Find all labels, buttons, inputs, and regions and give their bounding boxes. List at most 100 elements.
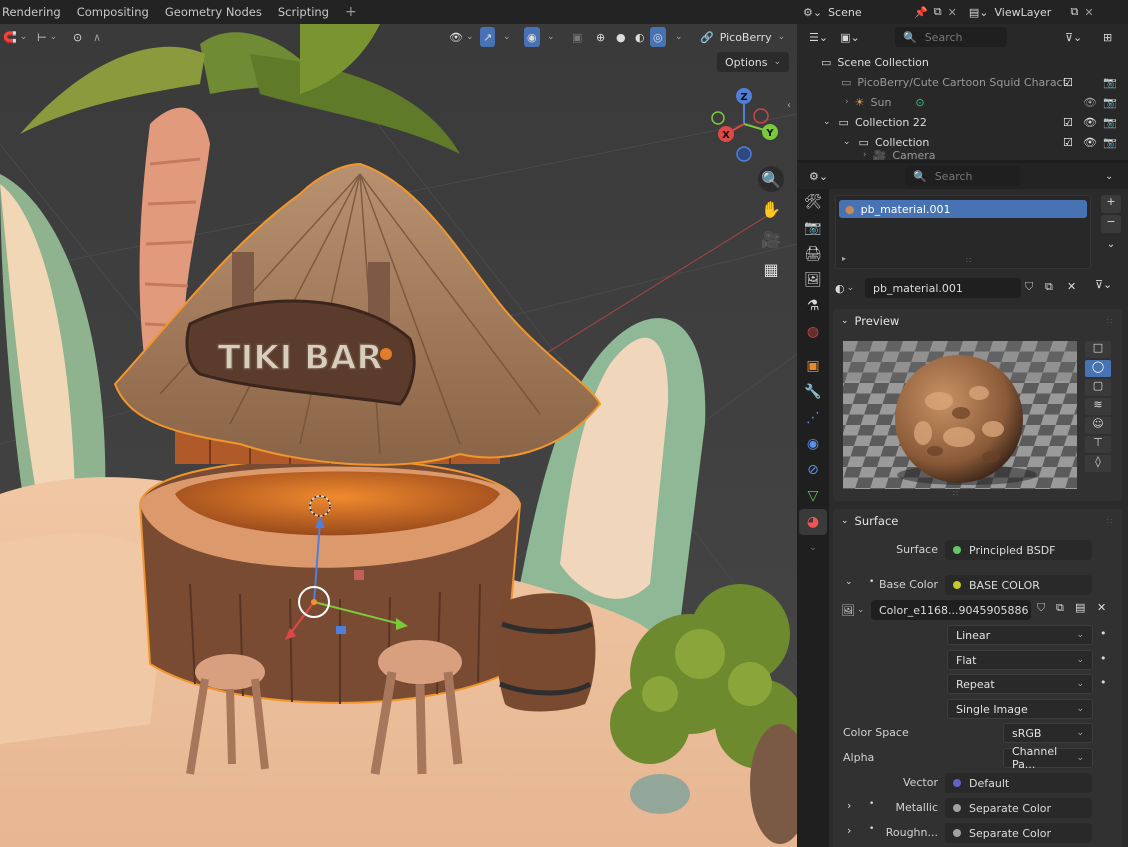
resize-handle[interactable]: ∷ [966, 256, 971, 265]
keyframe-dot-icon[interactable]: • [1100, 676, 1107, 689]
proportional-editing-toggle[interactable]: ⊙ [70, 27, 85, 47]
editor-type-icon[interactable]: ⚙⌄ [809, 170, 828, 183]
keyframe-dot-icon[interactable]: • [1100, 652, 1107, 665]
xray-toggle[interactable]: ▣ [569, 27, 585, 47]
outliner-row-collection[interactable]: ⌄ ▭ Collection ☑ 👁 📷 [797, 132, 1128, 152]
gizmo-menu[interactable]: ⌄ [500, 27, 514, 47]
tab-world[interactable]: ◍ [799, 319, 827, 345]
tab-compositing[interactable]: Compositing [69, 0, 157, 24]
3d-viewport[interactable]: TIKI BAR 🧲 ⌄ ⊢ ⌄ ⊙ ∧ 👁 ⌄ ↗ ⌄ ◉ ⌄ ▣ ⊕ ● ◐… [0, 24, 797, 847]
fake-user-shield-icon[interactable]: ⛉ [1037, 601, 1045, 615]
delete-viewlayer-icon[interactable]: ✕ [1084, 6, 1093, 19]
tab-data[interactable]: ▽ [799, 483, 827, 509]
tab-output[interactable]: 🖨 [799, 241, 827, 267]
viewlayer-name[interactable]: ViewLayer [994, 6, 1064, 19]
eye-icon[interactable]: 👁 [1083, 136, 1097, 149]
unlink-material-icon[interactable]: ✕ [1067, 280, 1076, 293]
open-image-icon[interactable]: ▤ [1075, 601, 1085, 614]
tab-tool[interactable]: 🛠 [799, 189, 827, 215]
tab-rendering[interactable]: Rendering [0, 0, 69, 24]
pin-icon[interactable]: 📌 [914, 6, 928, 19]
tab-geometry-nodes[interactable]: Geometry Nodes [157, 0, 270, 24]
preview-hair-button[interactable]: ≋ [1085, 398, 1111, 415]
color-space-dropdown[interactable]: sRGB ⌄ [1003, 723, 1093, 743]
expand-arrow-icon[interactable]: › [845, 97, 849, 107]
unlink-image-icon[interactable]: ✕ [1097, 601, 1106, 614]
preview-monkey-button[interactable]: ☺ [1085, 417, 1111, 434]
picoberry-menu[interactable]: 🔗 PicoBerry ⌄ [697, 27, 788, 47]
perspective-toggle[interactable]: ▦ [758, 256, 784, 282]
navigation-gizmo[interactable]: Z Y X [708, 86, 788, 166]
collapse-arrow-icon[interactable]: ⌄ [823, 117, 831, 127]
tab-scene[interactable]: ⚗ [799, 293, 827, 319]
tab-material[interactable]: ◕ [799, 509, 827, 535]
snap-target-menu[interactable]: ⊢ ⌄ [34, 27, 60, 47]
pan-button[interactable]: ✋ [758, 196, 784, 222]
shading-menu[interactable]: ⌄ [672, 27, 686, 47]
scene-name[interactable]: Scene [828, 6, 908, 19]
roughness-field[interactable]: Separate Color [945, 823, 1092, 843]
sidebar-toggle-icon[interactable]: ‹ [787, 100, 791, 111]
snap-toggle[interactable]: 🧲 ⌄ [0, 27, 30, 47]
visibility-menu[interactable]: 👁 ⌄ [446, 27, 477, 47]
surface-panel-header[interactable]: ⌄ Surface ∷ [835, 509, 1120, 533]
viewlayer-icon[interactable]: ▤⌄ [969, 6, 989, 19]
tab-more[interactable]: ⌄ [799, 535, 827, 561]
checkbox-icon[interactable]: ☑ [1063, 116, 1073, 129]
metallic-field[interactable]: Separate Color [945, 798, 1092, 818]
new-collection-icon[interactable]: ⊞ [1103, 31, 1112, 44]
image-browse-button[interactable]: 🖼 ⌄ [841, 599, 865, 621]
source-dropdown[interactable]: Single Image ⌄ [947, 699, 1093, 719]
material-slot-item[interactable]: ● pb_material.001 [839, 200, 1087, 218]
outliner-row-camera[interactable]: › 🎥 Camera [797, 150, 1128, 160]
expand-arrow-icon[interactable]: › [863, 150, 867, 160]
checkbox-icon[interactable]: ☑ [1063, 136, 1073, 149]
delete-scene-icon[interactable]: ✕ [948, 6, 957, 19]
preview-sphere-button[interactable]: ◯ [1085, 360, 1111, 377]
material-name-field[interactable]: pb_material.001 [865, 278, 1021, 298]
outliner-row-sun[interactable]: › ☀ Sun ⊙ 👁 📷 [797, 92, 1128, 112]
expand-arrow-icon[interactable]: › [847, 799, 851, 812]
fake-user-shield-icon[interactable]: ⛉ [1025, 280, 1033, 294]
render-camera-icon[interactable]: 📷 [1103, 116, 1117, 129]
collapse-arrow-icon[interactable]: ⌄ [845, 577, 853, 587]
preview-resize-handle[interactable]: ∷ [953, 489, 958, 498]
outliner-row-picoberry[interactable]: ▭ PicoBerry/Cute Cartoon Squid Charact ☑… [797, 72, 1128, 92]
options-menu[interactable]: Options ⌄ [717, 52, 789, 72]
tab-particles[interactable]: ⋰ [799, 405, 827, 431]
list-expand-icon[interactable]: ▸ [842, 254, 846, 263]
alpha-dropdown[interactable]: Channel Pa... ⌄ [1003, 745, 1093, 771]
interpolation-dropdown[interactable]: Linear ⌄ [947, 625, 1093, 645]
tab-constraints[interactable]: ⊘ [799, 457, 827, 483]
eye-icon[interactable]: 👁 [1083, 116, 1097, 129]
display-mode-icon[interactable]: ☰⌄ [809, 31, 828, 44]
overlays-menu[interactable]: ⌄ [544, 27, 558, 47]
duplicate-image-icon[interactable]: ⧉ [1056, 601, 1064, 615]
preview-fluid-button[interactable]: ◊ [1085, 455, 1111, 472]
shading-material[interactable]: ◐ [632, 27, 648, 47]
zoom-button[interactable]: 🔍 [758, 166, 784, 192]
add-workspace-button[interactable]: + [337, 0, 365, 24]
render-camera-icon[interactable]: 📷 [1103, 136, 1117, 149]
surface-shader-field[interactable]: Principled BSDF [945, 540, 1092, 560]
render-camera-icon[interactable]: 📷 [1103, 76, 1117, 89]
duplicate-material-icon[interactable]: ⧉ [1045, 280, 1053, 294]
projection-dropdown[interactable]: Flat ⌄ [947, 650, 1093, 670]
extension-dropdown[interactable]: Repeat ⌄ [947, 674, 1093, 694]
outliner-search-input[interactable]: 🔍 Search [895, 27, 1007, 47]
options-chevron-icon[interactable]: ⌄ [1105, 171, 1113, 182]
keyframe-dot-icon[interactable]: • [1100, 627, 1107, 640]
falloff-menu[interactable]: ∧ [90, 27, 104, 47]
expand-arrow-icon[interactable]: › [847, 824, 851, 837]
filter-icon[interactable]: ⊽⌄ [1065, 31, 1082, 44]
collapse-arrow-icon[interactable]: ⌄ [843, 137, 851, 147]
tab-physics[interactable]: ◉ [799, 431, 827, 457]
gizmo-toggle[interactable]: ↗ [480, 27, 496, 47]
overlays-toggle[interactable]: ◉ [524, 27, 540, 47]
new-viewlayer-icon[interactable]: ⧉ [1070, 5, 1078, 19]
tab-modifiers[interactable]: 🔧 [799, 379, 827, 405]
preview-flat-button[interactable]: □ [1085, 341, 1111, 358]
tab-render[interactable]: 📷 [799, 215, 827, 241]
link-type-icon[interactable]: ⊽⌄ [1095, 278, 1112, 291]
preview-panel-header[interactable]: ⌄ Preview ∷ [835, 309, 1120, 333]
